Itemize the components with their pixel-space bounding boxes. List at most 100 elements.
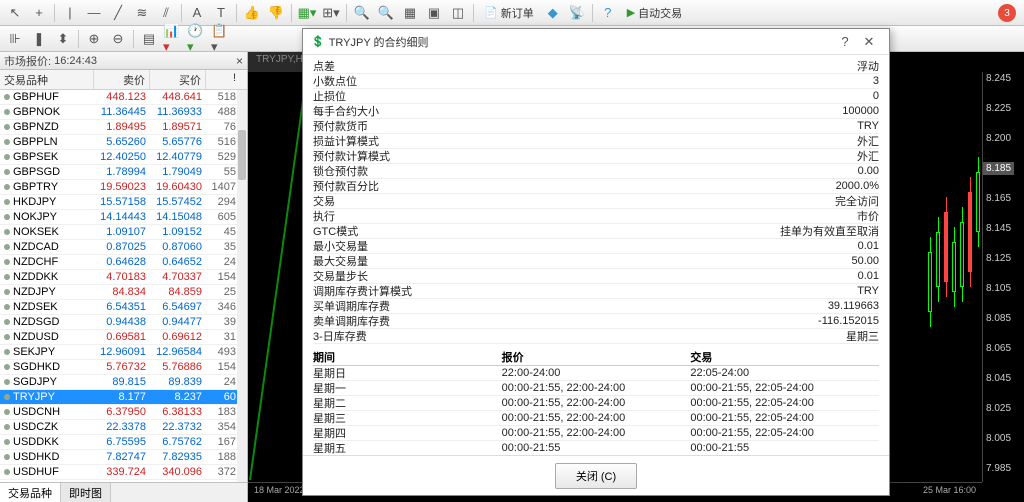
cascade-icon[interactable]: ▣ <box>423 2 445 24</box>
status-dot-icon <box>4 349 10 355</box>
symbol-row-USDHKD[interactable]: USDHKD7.827477.82935188 <box>0 450 247 465</box>
symbol-row-GBPHUF[interactable]: GBPHUF448.123448.641518 <box>0 90 247 105</box>
tab-symbols[interactable]: 交易品种 <box>0 483 61 502</box>
status-dot-icon <box>4 454 10 460</box>
thumbs-down-icon[interactable]: 👎 <box>265 2 287 24</box>
mql-icon[interactable]: ◆ <box>542 2 564 24</box>
prop-row: 预付款货币TRY <box>313 119 879 134</box>
template-icon[interactable]: 📋▾ <box>210 28 232 50</box>
symbol-row-SEKJPY[interactable]: SEKJPY12.9609112.96584493 <box>0 345 247 360</box>
session-row: 星期一00:00-21:55, 22:00-24:0000:00-21:55, … <box>313 381 879 396</box>
thumbs-up-icon[interactable]: 👍 <box>241 2 263 24</box>
label-tool-icon[interactable]: T <box>210 2 232 24</box>
status-dot-icon <box>4 379 10 385</box>
market-watch-rows: GBPHUF448.123448.641518GBPNOK11.3644511.… <box>0 90 247 482</box>
symbol-row-NZDJPY[interactable]: NZDJPY84.83484.85925 <box>0 285 247 300</box>
symbol-row-NZDCHF[interactable]: NZDCHF0.646280.6465224 <box>0 255 247 270</box>
symbol-row-NOKJPY[interactable]: NOKJPY14.1444314.15048605 <box>0 210 247 225</box>
symbol-row-USDDKK[interactable]: USDDKK6.755956.75762167 <box>0 435 247 450</box>
prop-row: GTC模式挂单为有效直至取消 <box>313 224 879 239</box>
status-dot-icon <box>4 184 10 190</box>
symbol-row-GBPNOK[interactable]: GBPNOK11.3644511.36933488 <box>0 105 247 120</box>
new-order-button[interactable]: 📄新订单 <box>478 5 540 21</box>
tab-tick-chart[interactable]: 即时图 <box>61 483 111 502</box>
auto-trade-button[interactable]: ▶自动交易 <box>621 5 688 21</box>
symbol-row-GBPSEK[interactable]: GBPSEK12.4025012.40779529 <box>0 150 247 165</box>
zoom-in-icon[interactable]: 🔍 <box>375 2 397 24</box>
dollar-icon: 💲 <box>311 35 325 48</box>
prop-row: 锁仓预付款0.00 <box>313 164 879 179</box>
prop-row: 点差浮动 <box>313 59 879 74</box>
symbol-row-NZDSGD[interactable]: NZDSGD0.944380.9447739 <box>0 315 247 330</box>
close-panel-icon[interactable]: × <box>236 54 243 68</box>
symbol-row-NZDSEK[interactable]: NZDSEK6.543516.54697346 <box>0 300 247 315</box>
symbol-row-NOKSEK[interactable]: NOKSEK1.091071.0915245 <box>0 225 247 240</box>
tile-icon[interactable]: ▦ <box>399 2 421 24</box>
prop-row: 每手合约大小100000 <box>313 104 879 119</box>
templates-icon[interactable]: ⊞▾ <box>320 2 342 24</box>
session-row: 星期五00:00-21:5500:00-21:55 <box>313 441 879 455</box>
periods-icon[interactable]: 🕐▾ <box>186 28 208 50</box>
prop-row: 止损位0 <box>313 89 879 104</box>
status-dot-icon <box>4 364 10 370</box>
symbol-row-USDHUF[interactable]: USDHUF339.724340.096372 <box>0 465 247 480</box>
text-tool-icon[interactable]: A <box>186 2 208 24</box>
symbol-row-TRYJPY[interactable]: TRYJPY8.1778.23760 <box>0 390 247 405</box>
symbol-row-GBPNZD[interactable]: GBPNZD1.894951.8957176 <box>0 120 247 135</box>
symbol-row-USDCNH[interactable]: USDCNH6.379506.38133183 <box>0 405 247 420</box>
zoom-out2-icon[interactable]: ⊖ <box>107 28 129 50</box>
symbol-row-SGDJPY[interactable]: SGDJPY89.81589.83924 <box>0 375 247 390</box>
scrollbar[interactable] <box>237 90 247 482</box>
dialog-titlebar: 💲 TRYJPY 的合约细则 ? ✕ <box>303 29 889 55</box>
indicators-icon[interactable]: 📊▾ <box>162 28 184 50</box>
zoom-in2-icon[interactable]: ⊕ <box>83 28 105 50</box>
candle-chart-icon[interactable]: ❚ <box>28 28 50 50</box>
fibo-tool-icon[interactable]: ⫽ <box>155 2 177 24</box>
status-dot-icon <box>4 154 10 160</box>
status-dot-icon <box>4 409 10 415</box>
status-dot-icon <box>4 199 10 205</box>
status-dot-icon <box>4 229 10 235</box>
cursor-tool-icon[interactable]: ↖ <box>4 2 26 24</box>
dialog-help-icon[interactable]: ? <box>833 34 857 49</box>
dialog-close-icon[interactable]: ✕ <box>857 34 881 50</box>
symbol-row-USDCZK[interactable]: USDCZK22.337822.3732354 <box>0 420 247 435</box>
prop-row: 最大交易量50.00 <box>313 254 879 269</box>
symbol-row-GBPPLN[interactable]: GBPPLN5.652605.65776516 <box>0 135 247 150</box>
help-icon[interactable]: ? <box>597 2 619 24</box>
close-button[interactable]: 关闭 (C) <box>555 463 637 489</box>
trendline-tool-icon[interactable]: ╱ <box>107 2 129 24</box>
status-dot-icon <box>4 394 10 400</box>
bar-chart-icon[interactable]: ⊪ <box>4 28 26 50</box>
line-chart-icon[interactable]: ⬍ <box>52 28 74 50</box>
prop-row: 最小交易量0.01 <box>313 239 879 254</box>
symbol-row-NZDDKK[interactable]: NZDDKK4.701834.70337154 <box>0 270 247 285</box>
symbol-row-GBPSGD[interactable]: GBPSGD1.789941.7904955 <box>0 165 247 180</box>
prop-row: 买单调期库存费39.119663 <box>313 299 879 314</box>
session-row: 星期三00:00-21:55, 22:00-24:0000:00-21:55, … <box>313 411 879 426</box>
prop-row: 交易完全访问 <box>313 194 879 209</box>
arrange-icon[interactable]: ◫ <box>447 2 469 24</box>
symbol-row-GBPTRY[interactable]: GBPTRY19.5902319.604301407 <box>0 180 247 195</box>
prop-row: 小数点位3 <box>313 74 879 89</box>
symbol-row-HKDJPY[interactable]: HKDJPY15.5715815.57452294 <box>0 195 247 210</box>
status-dot-icon <box>4 469 10 475</box>
notification-badge[interactable]: 3 <box>998 4 1016 22</box>
status-dot-icon <box>4 169 10 175</box>
tile-windows-icon[interactable]: ▤ <box>138 28 160 50</box>
scrollbar-thumb[interactable] <box>238 130 246 180</box>
signals-icon[interactable]: 📡 <box>566 2 588 24</box>
prop-row: 损益计算模式外汇 <box>313 134 879 149</box>
vline-tool-icon[interactable]: | <box>59 2 81 24</box>
crosshair-tool-icon[interactable]: + <box>28 2 50 24</box>
main-toolbar: ↖ + | — ╱ ≋ ⫽ A T 👍 👎 ▦▾ ⊞▾ 🔍 🔍 ▦ ▣ ◫ 📄新… <box>0 0 1024 26</box>
symbol-row-NZDCAD[interactable]: NZDCAD0.870250.8706035 <box>0 240 247 255</box>
status-dot-icon <box>4 289 10 295</box>
zoom-out-icon[interactable]: 🔍 <box>351 2 373 24</box>
symbol-row-NZDUSD[interactable]: NZDUSD0.695810.6961231 <box>0 330 247 345</box>
dialog-body: 点差浮动小数点位3止损位0每手合约大小100000预付款货币TRY损益计算模式外… <box>303 55 889 455</box>
channel-tool-icon[interactable]: ≋ <box>131 2 153 24</box>
chart-plus-icon[interactable]: ▦▾ <box>296 2 318 24</box>
hline-tool-icon[interactable]: — <box>83 2 105 24</box>
symbol-row-SGDHKD[interactable]: SGDHKD5.767325.76886154 <box>0 360 247 375</box>
